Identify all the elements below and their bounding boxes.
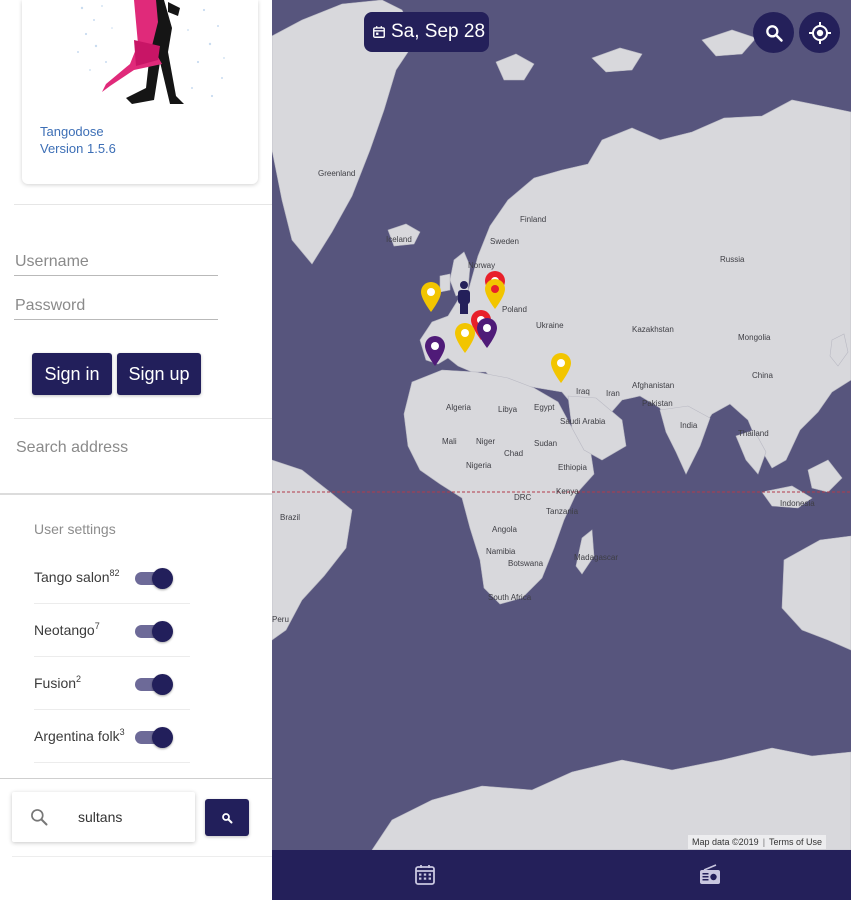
navigation-drawer: Tangodose Version 1.5.6 Sign in Sign up … xyxy=(0,0,272,900)
search-address-input[interactable] xyxy=(16,432,256,464)
map-data-label: Map data ©2019 xyxy=(692,837,759,847)
map-label: Brazil xyxy=(280,513,300,522)
divider xyxy=(12,856,272,857)
event-marker-tango-salon[interactable] xyxy=(484,278,506,310)
fusion-toggle[interactable] xyxy=(135,673,173,695)
neotango-toggle[interactable] xyxy=(135,620,173,642)
divider xyxy=(14,204,272,205)
map-label: Peru xyxy=(272,615,289,624)
map-label: India xyxy=(680,421,698,430)
map-label: Mali xyxy=(442,437,457,446)
divider xyxy=(14,418,272,419)
event-marker-neotango[interactable] xyxy=(424,335,446,367)
setting-label: Fusion2 xyxy=(34,674,82,691)
map-label: Sudan xyxy=(534,439,557,448)
bottom-navigation-bar xyxy=(272,850,851,900)
map-label: Egypt xyxy=(534,403,555,412)
search-button[interactable] xyxy=(205,799,249,836)
map-label: Iran xyxy=(606,389,620,398)
date-picker-chip[interactable]: Sa, Sep 28 xyxy=(364,12,489,52)
search-icon xyxy=(222,812,233,823)
event-marker-tango-salon[interactable] xyxy=(454,322,476,354)
search-input[interactable] xyxy=(78,804,188,830)
argentina-folk-toggle[interactable] xyxy=(135,726,173,748)
tango-dancers-logo xyxy=(77,0,225,104)
app-info-card: Tangodose Version 1.5.6 xyxy=(22,0,258,184)
map-label: Mongolia xyxy=(738,333,771,342)
setting-count: 2 xyxy=(76,674,82,684)
app-version: Version 1.5.6 xyxy=(40,141,116,156)
radio-icon[interactable] xyxy=(698,863,722,887)
date-label: Sa, Sep 28 xyxy=(391,21,486,42)
calendar-icon[interactable] xyxy=(413,863,437,887)
map-label: Pakistan xyxy=(642,399,673,408)
sign-up-button[interactable]: Sign up xyxy=(117,353,201,395)
user-settings-title: User settings xyxy=(34,521,116,537)
app-name[interactable]: Tangodose xyxy=(40,124,104,139)
map-label: Ethiopia xyxy=(558,463,587,472)
map-search-button[interactable] xyxy=(753,12,794,53)
setting-count: 7 xyxy=(94,621,100,631)
map-tiles[interactable]: Greenland Iceland Finland Sweden Norway … xyxy=(272,0,851,850)
map-label: Norway xyxy=(468,261,495,270)
map-label: Nigeria xyxy=(466,461,492,470)
calendar-icon xyxy=(373,26,385,38)
setting-label: Tango salon82 xyxy=(34,568,120,585)
map-label: Algeria xyxy=(446,403,471,412)
map-label: Indonesia xyxy=(780,499,815,508)
map-label: Kazakhstan xyxy=(632,325,674,334)
map-label: Ukraine xyxy=(536,321,564,330)
setting-label: Argentina folk3 xyxy=(34,727,125,744)
setting-row-tango-salon: Tango salon82 xyxy=(34,551,190,604)
username-field[interactable] xyxy=(14,248,218,276)
map-label: Angola xyxy=(492,525,517,534)
map-label: Sweden xyxy=(490,237,519,246)
map-label: Afghanistan xyxy=(632,381,674,390)
map-label: Libya xyxy=(498,405,518,414)
map-label: Namibia xyxy=(486,547,516,556)
map-label: Tanzania xyxy=(546,507,579,516)
map-label: Thailand xyxy=(738,429,769,438)
setting-count: 3 xyxy=(119,727,125,737)
map-label: Russia xyxy=(720,255,745,264)
crosshair-location-icon xyxy=(808,21,831,44)
setting-row-argentina-folk: Argentina folk3 xyxy=(34,710,190,763)
map-label: Iraq xyxy=(576,387,590,396)
section-divider xyxy=(0,493,272,495)
map-label: China xyxy=(752,371,773,380)
search-address-field[interactable] xyxy=(16,432,256,464)
setting-row-fusion: Fusion2 xyxy=(34,657,190,710)
search-box[interactable] xyxy=(12,792,195,842)
setting-label: Neotango7 xyxy=(34,621,100,638)
map-label: Saudi Arabia xyxy=(560,417,606,426)
search-icon xyxy=(31,809,48,826)
map-label: DRC xyxy=(514,493,532,502)
world-map[interactable]: Greenland Iceland Finland Sweden Norway … xyxy=(272,0,851,850)
username-input[interactable] xyxy=(14,248,218,275)
map-label: Chad xyxy=(504,449,523,458)
map-label: Finland xyxy=(520,215,546,224)
map-label: South Africa xyxy=(488,593,532,602)
map-label: Kenya xyxy=(556,487,579,496)
map-label: Madagascar xyxy=(574,553,618,562)
password-field[interactable] xyxy=(14,292,218,320)
map-label: Niger xyxy=(476,437,495,446)
password-input[interactable] xyxy=(14,292,218,319)
tango-salon-toggle[interactable] xyxy=(135,567,173,589)
map-label: Greenland xyxy=(318,169,355,178)
event-marker-neotango[interactable] xyxy=(476,317,498,349)
setting-count: 82 xyxy=(109,568,120,578)
divider xyxy=(0,778,272,779)
setting-row-neotango: Neotango7 xyxy=(34,604,190,657)
sign-in-button[interactable]: Sign in xyxy=(32,353,112,395)
event-marker-tango-salon[interactable] xyxy=(420,281,442,313)
map-label: Iceland xyxy=(386,235,412,244)
my-location-button[interactable] xyxy=(799,12,840,53)
search-icon xyxy=(765,24,783,42)
map-attribution: Map data ©2019 | Terms of Use xyxy=(688,835,827,849)
map-label: Botswana xyxy=(508,559,544,568)
terms-of-use-link[interactable]: Terms of Use xyxy=(769,837,822,847)
event-marker-tango-salon[interactable] xyxy=(550,352,572,384)
